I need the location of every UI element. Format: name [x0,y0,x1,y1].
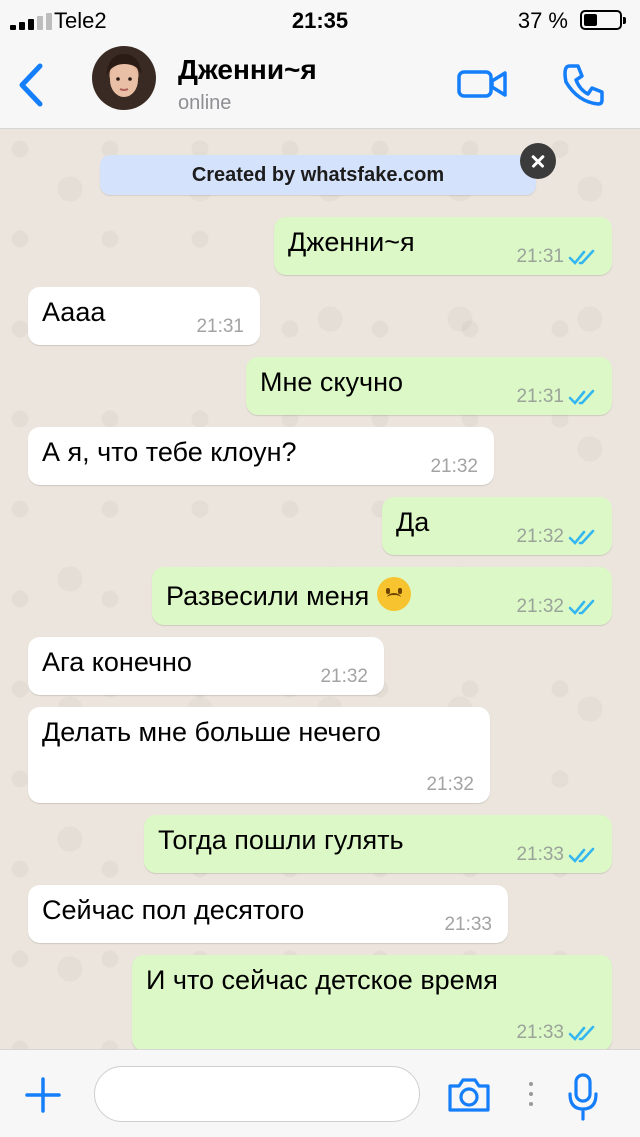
microphone-icon[interactable] [566,1072,600,1122]
message-bubble[interactable]: Развесили меня 21:32 [152,567,612,625]
message-bubble[interactable]: И что сейчас детское время 21:33 [132,955,612,1049]
message-bubble[interactable]: Дженни~я 21:31 [274,217,612,275]
battery-percent: 37 % [517,8,568,33]
more-dots-icon[interactable] [528,1080,534,1108]
message-input[interactable] [94,1066,420,1122]
plus-icon[interactable] [24,1076,62,1114]
back-chevron-icon[interactable] [14,62,50,108]
close-banner-icon[interactable] [520,143,556,179]
message-bubble[interactable]: Ага конечно 21:32 [28,637,384,695]
upside-down-face-emoji-icon [377,577,412,611]
watermark-banner: Created by whatsfake.com [100,155,536,195]
read-receipt-icon [568,529,595,545]
contact-status: online [178,92,232,114]
phone-icon[interactable] [558,60,608,110]
message-bubble[interactable]: Тогда пошли гулять 21:33 [144,815,612,873]
avatar[interactable] [92,46,156,110]
message-bubble[interactable]: Мне скучно 21:31 [246,357,612,415]
read-receipt-icon [568,599,595,615]
contact-name[interactable]: Дженни~я [178,54,317,86]
status-bar: Tele2 21:35 37 % [0,0,640,42]
message-bubble[interactable]: Сейчас пол десятого 21:33 [28,885,508,943]
battery-icon [580,10,626,30]
camera-icon[interactable] [446,1076,492,1114]
read-receipt-icon [568,847,595,863]
message-bubble[interactable]: Да 21:32 [382,497,612,555]
message-input-bar [0,1049,640,1137]
chat-area[interactable]: Created by whatsfake.com Дженни~я 21:31 … [0,129,640,1049]
message-bubble[interactable]: Аааа 21:31 [28,287,260,345]
read-receipt-icon [568,249,595,265]
message-bubble[interactable]: А я, что тебе клоун? 21:32 [28,427,494,485]
video-camera-icon[interactable] [456,66,508,102]
message-bubble[interactable]: Делать мне больше нечего 21:32 [28,707,490,803]
chat-header: Дженни~я online [0,42,640,129]
read-receipt-icon [568,389,595,405]
read-receipt-icon [568,1025,595,1041]
